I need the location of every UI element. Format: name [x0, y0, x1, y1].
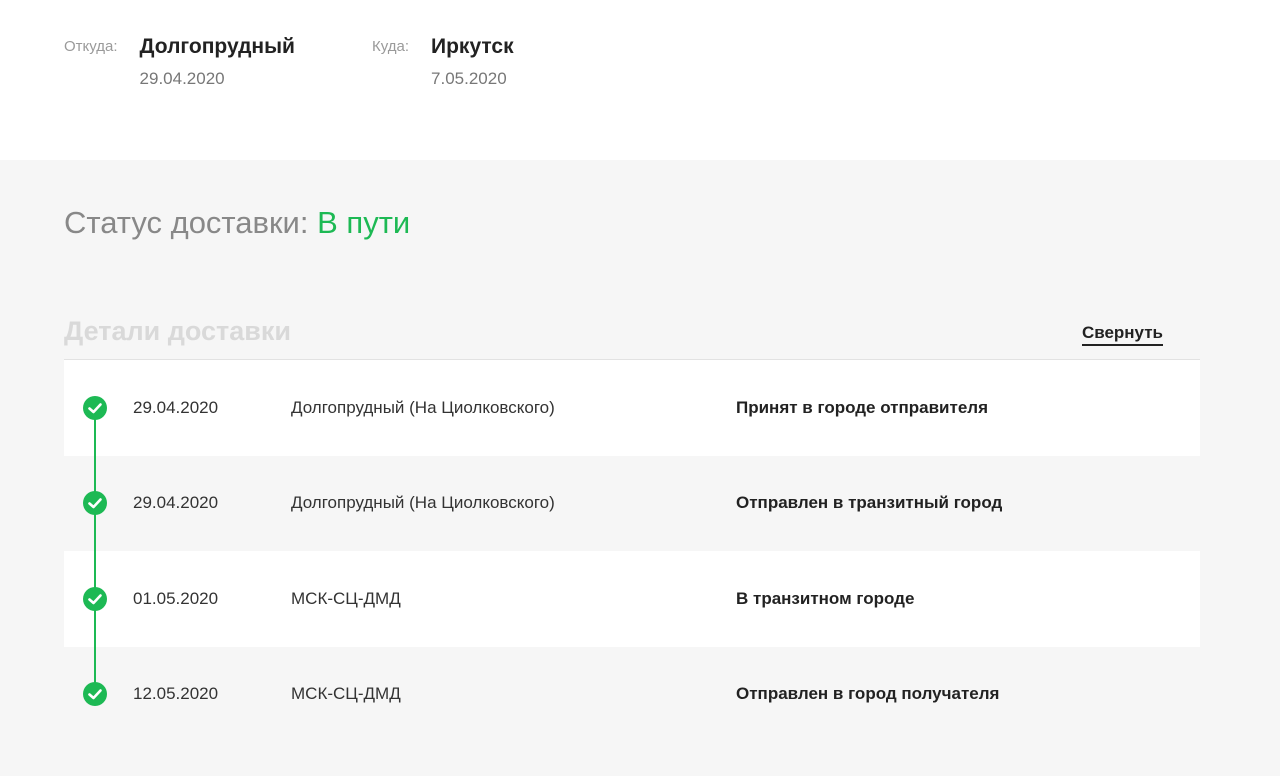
route-summary: Откуда: Долгопрудный 29.04.2020 Куда: Ир… [0, 0, 1280, 160]
event-date: 12.05.2020 [133, 684, 219, 704]
check-circle-icon [83, 586, 107, 611]
details-header: Детали доставки Свернуть [64, 310, 1200, 360]
to-date: 7.05.2020 [431, 69, 507, 88]
route-to: Куда: Иркутск 7.05.2020 [372, 34, 514, 90]
event-place: Долгопрудный (На Циолковского) [291, 397, 555, 417]
timeline-line [94, 410, 96, 697]
from-city: Долгопрудный [139, 35, 295, 58]
to-label: Куда: [372, 38, 410, 55]
check-circle-icon [83, 682, 107, 707]
status-label: Статус доставки: [64, 205, 309, 240]
event-row: 01.05.2020 МСК-СЦ-ДМД В транзитном город… [64, 551, 1200, 647]
event-place: Долгопрудный (На Циолковского) [291, 493, 555, 513]
event-date: 01.05.2020 [133, 588, 219, 608]
event-row: 29.04.2020 Долгопрудный (На Циолковского… [64, 455, 1200, 551]
from-label: Откуда: [64, 38, 118, 55]
delivery-status: Статус доставки: В пути [64, 204, 410, 242]
route-from: Откуда: Долгопрудный 29.04.2020 [64, 34, 295, 90]
event-status: Принят в городе отправителя [736, 397, 989, 417]
check-circle-icon [83, 491, 107, 516]
from-date: 29.04.2020 [139, 69, 225, 88]
to-city: Иркутск [431, 35, 514, 58]
event-status: Отправлен в транзитный город [736, 493, 1003, 513]
event-row: 29.04.2020 Долгопрудный (На Циолковского… [64, 360, 1200, 456]
event-place: МСК-СЦ-ДМД [291, 588, 401, 608]
collapse-link[interactable]: Свернуть [1081, 322, 1163, 346]
event-place: МСК-СЦ-ДМД [291, 684, 401, 704]
event-date: 29.04.2020 [133, 397, 219, 417]
status-value: В пути [317, 205, 411, 240]
check-circle-icon [83, 395, 107, 420]
event-date: 29.04.2020 [133, 493, 219, 513]
event-row: 12.05.2020 МСК-СЦ-ДМД Отправлен в город … [64, 646, 1200, 742]
events-list: 29.04.2020 Долгопрудный (На Циолковского… [64, 360, 1200, 742]
event-status: Отправлен в город получателя [736, 684, 1000, 704]
delivery-section: Статус доставки: В пути Детали доставки … [0, 160, 1280, 776]
event-status: В транзитном городе [736, 588, 915, 608]
details-title: Детали доставки [64, 316, 291, 346]
